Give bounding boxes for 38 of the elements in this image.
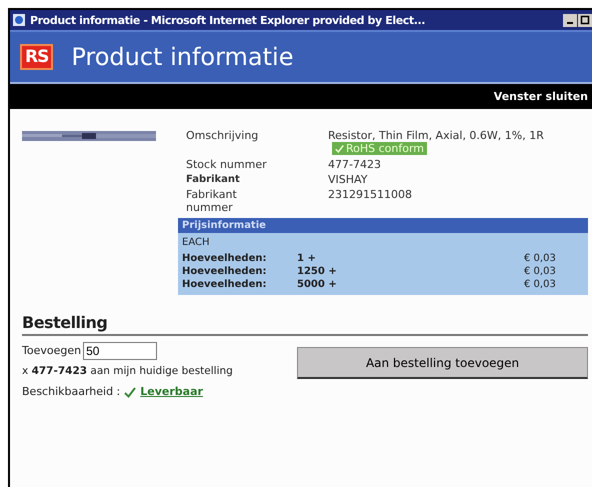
check-icon (124, 386, 136, 398)
browser-icon (12, 13, 26, 27)
detail-label: Fabrikant (186, 173, 241, 186)
price-value: € 0,03 (524, 252, 557, 265)
quantity-value: 5000 + (297, 278, 338, 291)
maximize-icon (580, 15, 590, 25)
quantity-label: Hoeveelheden: (182, 252, 268, 265)
quantity-label: Hoeveelheden: (182, 278, 268, 291)
availability-link[interactable]: Leverbaar (140, 385, 203, 398)
section-heading: Bestelling (22, 313, 588, 336)
detail-label: Omschrijving (186, 129, 260, 144)
logo: RS (20, 44, 54, 70)
detail-value: 477-7423 (328, 158, 381, 171)
minimize-button[interactable] (563, 14, 577, 26)
detail-value: Resistor, Thin Film, Axial, 0.6W, 1%, 1R (328, 129, 544, 142)
price-value: € 0,03 (524, 265, 557, 278)
detail-label: Fabrikant nummer (186, 188, 238, 214)
minimize-icon (567, 22, 573, 24)
maximize-button[interactable] (578, 14, 592, 26)
detail-label: Stock nummer (186, 158, 268, 171)
window-title: Product informatie - Microsoft Internet Explorer provided by Elect... (30, 14, 426, 26)
rohs-badge: RoHS conform (332, 142, 428, 155)
add-label: Toevoegen (22, 343, 82, 359)
add-to-order-button[interactable]: Aan bestelling toevoegen (297, 347, 588, 379)
detail-value: VISHAY (328, 173, 368, 186)
price-panel-title: Prijsinformatie (178, 218, 588, 233)
availability-label: Beschikbaarheid : (22, 385, 120, 398)
quantity-value: 1 + (297, 252, 317, 265)
close-window-link[interactable]: Venster sluiten (494, 90, 588, 103)
quantity-label: Hoeveelheden: (182, 265, 268, 278)
quantity-value: 1250 + (297, 265, 338, 278)
page-title: Product informatie (71, 43, 294, 71)
price-value: € 0,03 (524, 278, 557, 291)
price-unit: EACH (181, 236, 210, 250)
quantity-field[interactable]: 50 (83, 342, 158, 360)
detail-value: 231291511008 (328, 188, 412, 201)
check-icon (335, 144, 344, 153)
order-sentence: x 477-7423 aan mijn huidige bestelling (22, 364, 234, 379)
